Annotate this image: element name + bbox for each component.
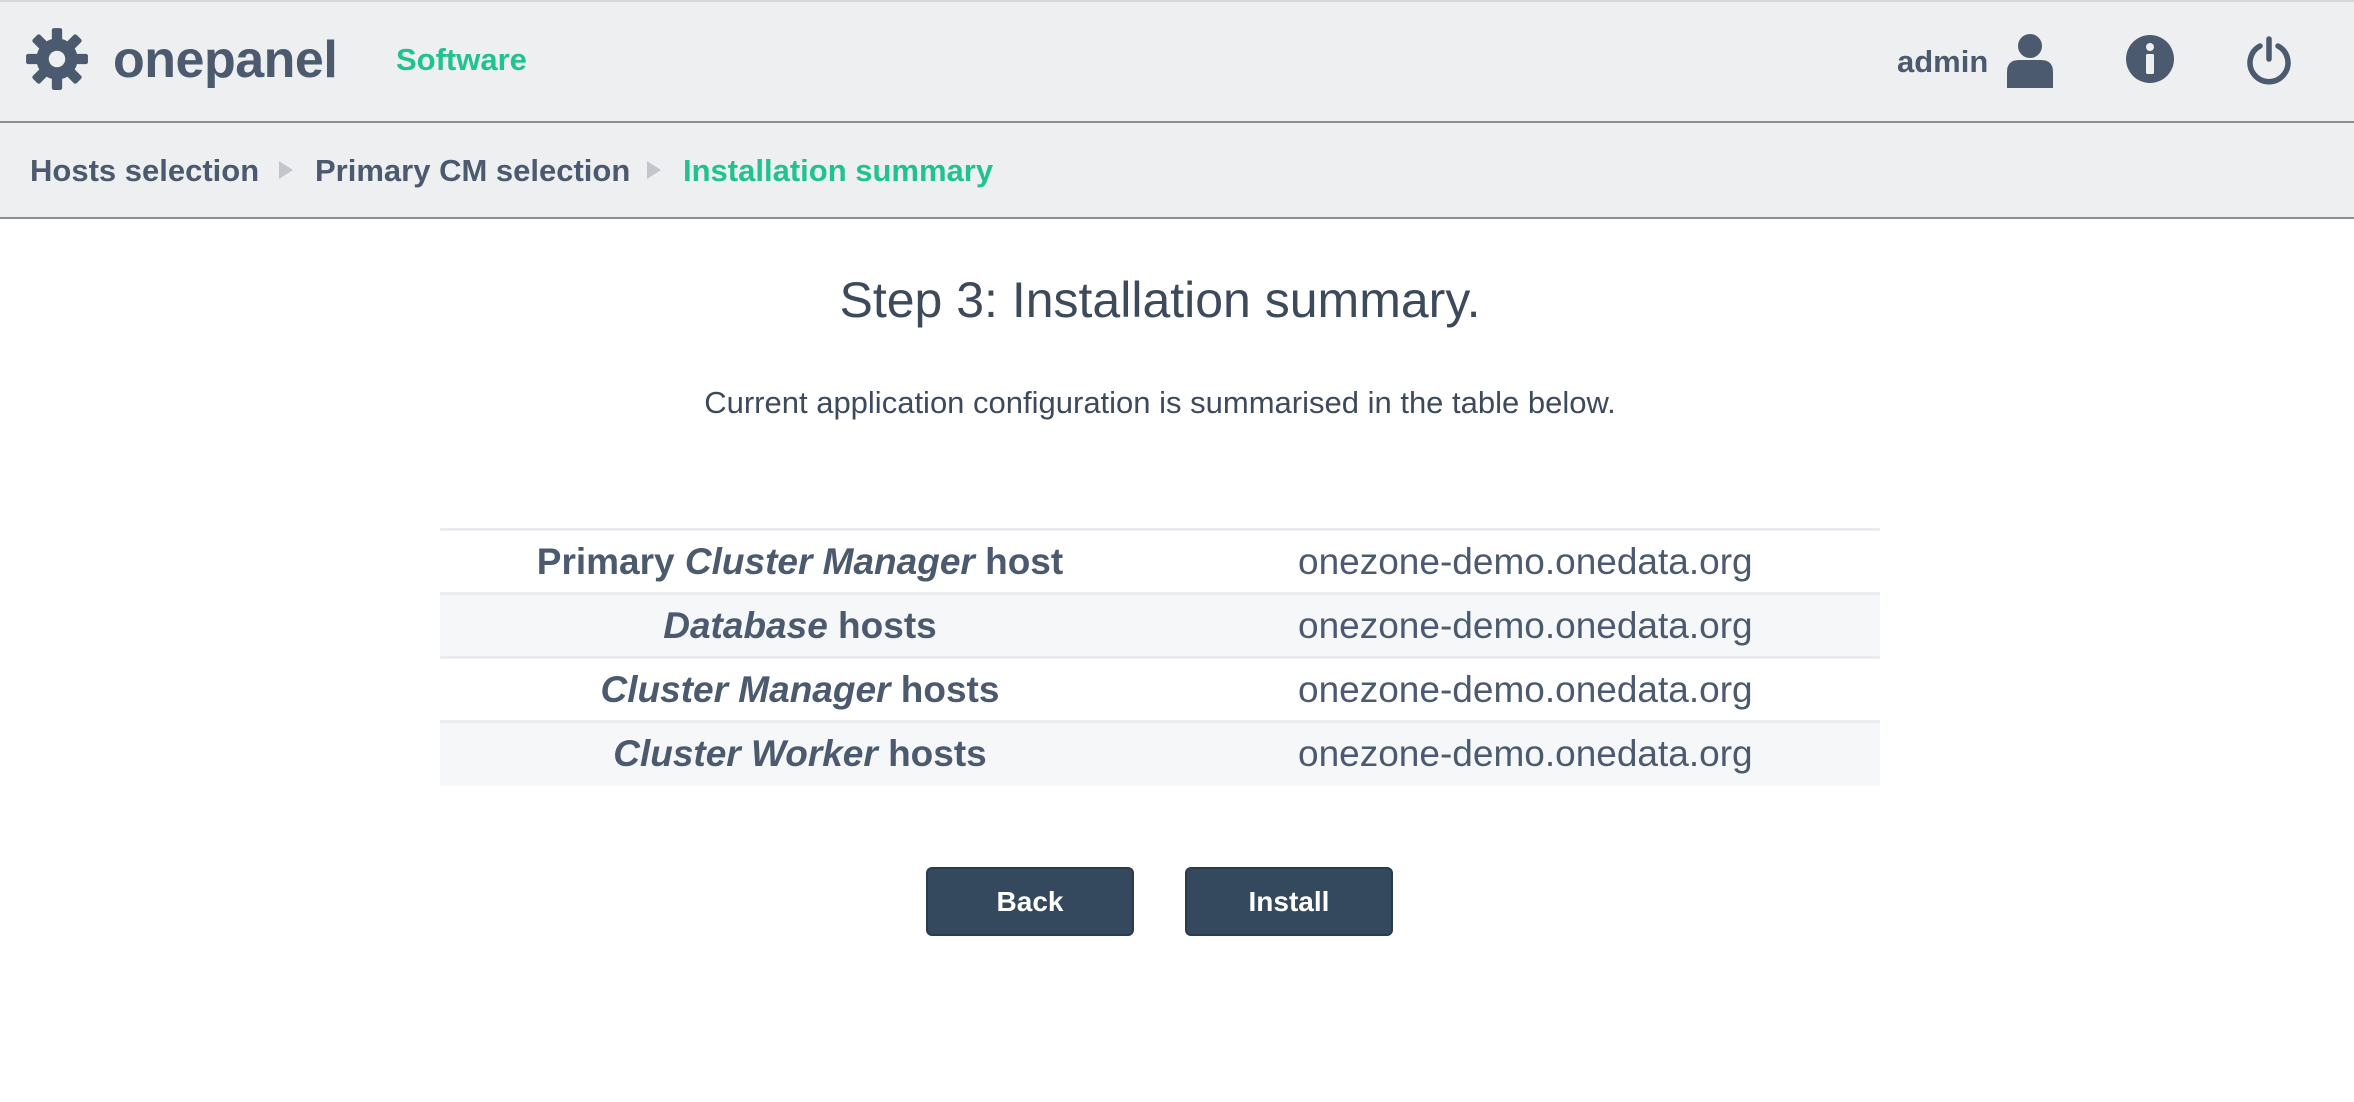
row-label-emphasis: Cluster Manager	[684, 540, 975, 582]
row-value: onezone-demo.onedata.org	[1298, 733, 1753, 775]
breadcrumb: Hosts selection Primary CM selection Ins…	[0, 123, 2354, 219]
row-label-suffix: hosts	[877, 733, 987, 775]
row-label-suffix: hosts	[827, 604, 937, 646]
page-title: Step 3: Installation summary.	[839, 272, 1481, 328]
row-label-prefix: Primary	[536, 540, 685, 582]
row-label: Cluster Manager hosts	[440, 658, 1160, 722]
row-label: Cluster Worker hosts	[440, 722, 1160, 786]
row-value: onezone-demo.onedata.org	[1298, 540, 1753, 582]
table-row: Cluster Worker hosts onezone-demo.onedat…	[440, 721, 1880, 786]
user-icon[interactable]	[2005, 32, 2055, 88]
top-navbar: onepanel Software admin	[0, 0, 2354, 123]
power-icon[interactable]	[2244, 35, 2294, 85]
breadcrumb-separator-icon	[647, 161, 661, 179]
back-button[interactable]: Back	[926, 867, 1134, 936]
info-icon[interactable]	[2125, 34, 2175, 84]
row-label-suffix: hosts	[890, 668, 1000, 710]
breadcrumb-installation-summary: Installation summary	[683, 153, 994, 188]
row-label-suffix: host	[974, 540, 1064, 582]
table-row: Primary Cluster Manager host onezone-dem…	[440, 529, 1880, 594]
breadcrumb-separator-icon	[279, 161, 293, 179]
row-label: Database hosts	[440, 594, 1160, 658]
table-row: Cluster Manager hosts onezone-demo.oneda…	[440, 657, 1880, 722]
row-label-emphasis: Database	[663, 604, 828, 646]
table-row: Database hosts onezone-demo.onedata.org	[440, 593, 1880, 658]
row-value: onezone-demo.onedata.org	[1298, 604, 1753, 646]
row-label-emphasis: Cluster Manager	[600, 668, 891, 710]
page-description: Current application configuration is sum…	[704, 385, 1616, 420]
gear-icon	[26, 28, 88, 90]
breadcrumb-hosts-selection[interactable]: Hosts selection	[30, 151, 259, 191]
row-label-emphasis: Cluster Worker	[613, 733, 878, 775]
row-label: Primary Cluster Manager host	[440, 530, 1160, 594]
summary-table: Primary Cluster Manager host onezone-dem…	[440, 528, 1880, 786]
install-button[interactable]: Install	[1185, 867, 1393, 936]
row-value: onezone-demo.onedata.org	[1298, 668, 1753, 710]
app-logo-text[interactable]: onepanel	[113, 28, 338, 92]
nav-software-link[interactable]: Software	[396, 40, 527, 80]
breadcrumb-primary-cm-selection[interactable]: Primary CM selection	[315, 151, 630, 191]
username-label[interactable]: admin	[1897, 42, 1988, 82]
